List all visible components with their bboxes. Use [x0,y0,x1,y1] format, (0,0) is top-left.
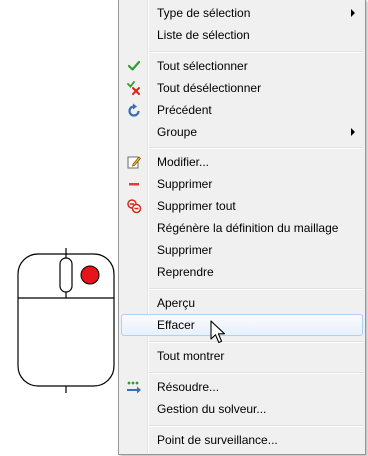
submenu-arrow-icon [351,9,355,17]
menu-item-modifier[interactable]: Modifier... [121,151,363,173]
menu-item-label: Tout désélectionner [157,81,262,95]
green-check-icon [127,60,141,71]
menu-item-label: Supprimer [157,177,213,191]
menu-item-label: Liste de sélection [157,28,250,42]
menu-item-label: Résoudre... [157,380,220,394]
menu-item-apercu[interactable]: Aperçu [121,292,363,314]
context-menu: Type de sélection Liste de sélection Tou… [118,0,366,455]
menu-item-reprendre[interactable]: Reprendre [121,261,363,283]
menu-separator [149,425,363,427]
menu-item-label: Point de surveillance... [157,433,278,447]
menu-separator [149,51,363,53]
menu-item-tout-montrer[interactable]: Tout montrer [121,345,363,367]
menu-item-label: Régénère la définition du maillage [157,221,339,235]
menu-item-label: Aperçu [157,296,196,310]
menu-item-liste-de-selection[interactable]: Liste de sélection [121,24,363,46]
menu-item-groupe[interactable]: Groupe [121,121,363,143]
menu-separator [149,341,363,343]
menu-item-effacer[interactable]: Effacer [121,314,363,336]
minus-icon [129,183,139,186]
edit-icon [127,156,141,169]
menu-separator [149,372,363,374]
menu-item-label: Groupe [157,125,198,139]
menu-item-label: Type de sélection [157,6,251,20]
menu-item-tout-deselectionner[interactable]: Tout désélectionner [121,77,363,99]
menu-item-supprimer[interactable]: Supprimer [121,173,363,195]
menu-separator [149,288,363,290]
menu-item-type-de-selection[interactable]: Type de sélection [121,2,363,24]
menu-item-label: Tout montrer [157,349,225,363]
menu-item-label: Effacer [157,318,195,332]
mouse-pointer-icon [210,320,226,344]
cross-check-icon [127,81,140,95]
menu-item-label: Supprimer tout [157,199,236,213]
menu-item-tout-selectionner[interactable]: Tout sélectionner [121,55,363,77]
menu-separator [149,147,363,149]
delete-all-icon [127,199,142,214]
mouse-right-click-icon [17,248,115,393]
menu-item-gestion-solveur[interactable]: Gestion du solveur... [121,398,363,420]
menu-item-label: Reprendre [157,265,214,279]
menu-item-precedent[interactable]: Précédent [121,99,363,121]
submenu-arrow-icon [351,128,355,136]
menu-item-label: Supprimer [157,243,213,257]
menu-item-supprimer-tout[interactable]: Supprimer tout [121,195,363,217]
menu-item-supprimer-2[interactable]: Supprimer [121,239,363,261]
menu-item-label: Tout sélectionner [157,59,248,73]
menu-item-label: Gestion du solveur... [157,402,267,416]
menu-item-label: Modifier... [157,155,210,169]
menu-item-regenere-maillage[interactable]: Régénère la définition du maillage [121,217,363,239]
solve-icon [127,381,141,394]
menu-item-point-surveillance[interactable]: Point de surveillance... [121,429,363,451]
undo-icon [128,103,140,117]
menu-item-label: Précédent [157,103,212,117]
menu-item-resoudre[interactable]: Résoudre... [121,376,363,398]
